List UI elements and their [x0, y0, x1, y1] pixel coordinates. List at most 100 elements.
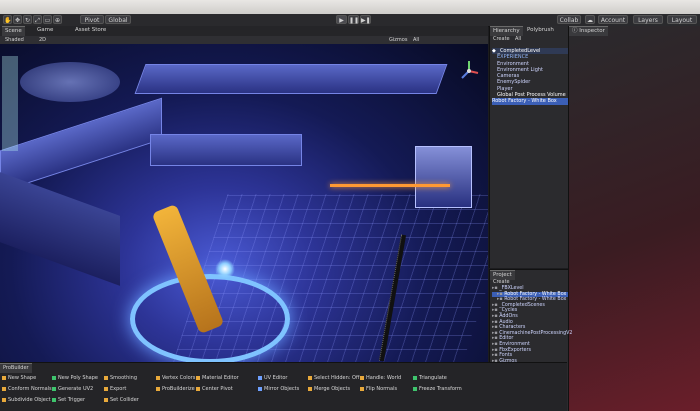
probuilder-swatch-icon	[104, 397, 108, 402]
scene-tabbar: Scene Game Asset Store	[0, 26, 488, 36]
scene-overlay-tools[interactable]	[2, 56, 18, 151]
hierarchy-item-label: EXPERIENCE	[497, 54, 529, 61]
hierarchy-item-label: Environment	[497, 60, 529, 67]
pause-icon[interactable]: ❚❚	[348, 15, 359, 24]
play-icon[interactable]: ▶	[336, 15, 347, 24]
probuilder-button[interactable]: Material Editor	[196, 375, 239, 381]
probuilder-button[interactable]: Export	[104, 386, 126, 392]
probuilder-button[interactable]: ProBuilderize	[156, 386, 195, 392]
tab-inspector-label: Inspector	[579, 28, 605, 34]
rotate-icon[interactable]: ↻	[23, 15, 32, 24]
hierarchy-create-button[interactable]: Create	[490, 35, 513, 44]
probuilder-swatch-icon	[258, 386, 262, 391]
project-item-label: Robot Factory - White Box	[504, 291, 567, 297]
move-icon[interactable]: ✥	[13, 15, 22, 24]
hand-icon[interactable]: ✋	[3, 15, 12, 24]
2d-toggle[interactable]: 2D	[36, 36, 49, 44]
probuilder-button[interactable]: Mirror Objects	[258, 386, 299, 392]
probuilder-button[interactable]: Set Collider	[104, 397, 139, 403]
inspector-panel: ⓘ Inspector	[568, 26, 700, 411]
account-dropdown[interactable]: Account	[598, 15, 628, 24]
probuilder-button[interactable]: New Shape	[2, 375, 36, 381]
hierarchy-item-label: Environment Light	[497, 66, 543, 73]
probuilder-button[interactable]: Generate UV2	[52, 386, 93, 392]
project-item-label: _Cycles	[499, 308, 518, 314]
transform-icon[interactable]: ⊕	[53, 15, 62, 24]
tab-inspector[interactable]: ⓘ Inspector	[569, 26, 608, 36]
probuilder-button-label: New Poly Shape	[58, 375, 98, 381]
probuilder-button[interactable]: Conform Normals	[2, 386, 52, 392]
tab-game[interactable]: Game	[34, 26, 56, 35]
hierarchy-tree: ◆ _CompletedLevel EXPERIENCE Environment…	[492, 48, 568, 105]
collab-button[interactable]: Collab	[557, 15, 581, 24]
layout-dropdown[interactable]: Layout	[667, 15, 697, 24]
hierarchy-item-label: Robot Factory - White Box	[492, 98, 557, 105]
probuilder-button[interactable]: Vertex Colors	[156, 375, 195, 381]
monitor-bezel	[0, 0, 700, 14]
probuilder-button-label: Merge Objects	[314, 386, 351, 392]
probuilder-button-label: ProBuilderize	[162, 386, 195, 392]
probuilder-button[interactable]: Triangulate	[413, 375, 447, 381]
probuilder-button[interactable]: New Poly Shape	[52, 375, 98, 381]
hierarchy-search-input[interactable]: All	[512, 35, 524, 44]
probuilder-button[interactable]: Center Pivot	[196, 386, 233, 392]
probuilder-swatch-icon	[196, 386, 200, 391]
hierarchy-item-label: _CompletedLevel	[497, 48, 541, 54]
tab-scene[interactable]: Scene	[2, 26, 25, 36]
rect-icon[interactable]: ▭	[43, 15, 52, 24]
probuilder-button[interactable]: Freeze Transform	[413, 386, 462, 392]
hierarchy-panel: Hierarchy Polybrush Create All ◆ _Comple…	[489, 26, 568, 268]
probuilder-button[interactable]: Select Hidden: Off	[308, 375, 359, 381]
hierarchy-item-label: Player	[497, 85, 513, 92]
probuilder-button-label: Triangulate	[419, 375, 447, 381]
scene-view-toolbar: Shaded 2D Gizmos All	[0, 36, 488, 44]
probuilder-swatch-icon	[52, 397, 56, 402]
project-item-label: Environment	[499, 341, 530, 347]
probuilder-button[interactable]: Flip Normals	[360, 386, 397, 392]
probuilder-button[interactable]: UV Editor	[258, 375, 287, 381]
tab-probuilder[interactable]: ProBuilder	[0, 363, 32, 373]
layers-dropdown[interactable]: Layers	[633, 15, 663, 24]
shading-mode-dropdown[interactable]: Shaded	[2, 36, 27, 44]
probuilder-button-label: Material Editor	[202, 375, 239, 381]
probuilder-swatch-icon	[196, 375, 200, 380]
cloud-icon[interactable]: ☁	[585, 15, 595, 24]
probuilder-swatch-icon	[2, 397, 6, 402]
probuilder-button-label: UV Editor	[264, 375, 288, 381]
step-icon[interactable]: ▶❚	[360, 15, 371, 24]
project-item-label: _FBXLevel	[499, 286, 524, 291]
probuilder-button[interactable]: Subdivide Object	[2, 397, 51, 403]
probuilder-button[interactable]: Set Trigger	[52, 397, 85, 403]
probuilder-swatch-icon	[2, 386, 6, 391]
gizmo-axes-icon[interactable]	[458, 60, 480, 82]
scale-icon[interactable]: ⤢	[33, 15, 42, 24]
scene-view-viewport[interactable]	[0, 44, 488, 362]
tab-asset-store[interactable]: Asset Store	[72, 26, 109, 35]
storage-tanks	[20, 62, 120, 102]
project-item-label: Characters	[499, 325, 526, 331]
probuilder-button-label: Export	[110, 386, 127, 392]
probuilder-button-label: Flip Normals	[366, 386, 398, 392]
probuilder-button[interactable]: Handle: World	[360, 375, 401, 381]
probuilder-swatch-icon	[2, 375, 6, 380]
hierarchy-item-label: Cameras	[497, 73, 520, 80]
probuilder-swatch-icon	[308, 386, 312, 391]
probuilder-button[interactable]: Smoothing	[104, 375, 137, 381]
scene-search-input[interactable]: All	[410, 36, 422, 44]
gizmos-dropdown[interactable]: Gizmos	[386, 36, 410, 44]
project-item-label: Editor	[499, 336, 514, 342]
pivot-toggle[interactable]: Pivot	[80, 15, 104, 24]
probuilder-button-label: Freeze Transform	[419, 386, 462, 392]
back-wall	[134, 64, 448, 94]
hierarchy-item[interactable]: Robot Factory - White Box	[492, 98, 568, 105]
machinery-block	[150, 134, 302, 166]
hierarchy-item-label: Global Post Process Volume	[497, 92, 566, 99]
project-item-label: AddOns	[499, 313, 518, 319]
global-toggle[interactable]: Global	[105, 15, 131, 24]
probuilder-swatch-icon	[413, 386, 417, 391]
probuilder-swatch-icon	[360, 386, 364, 391]
probuilder-button-label: New Shape	[8, 375, 37, 381]
probuilder-button[interactable]: Merge Objects	[308, 386, 350, 392]
probuilder-button-label: Generate UV2	[58, 386, 94, 392]
tab-polybrush[interactable]: Polybrush	[524, 26, 557, 35]
